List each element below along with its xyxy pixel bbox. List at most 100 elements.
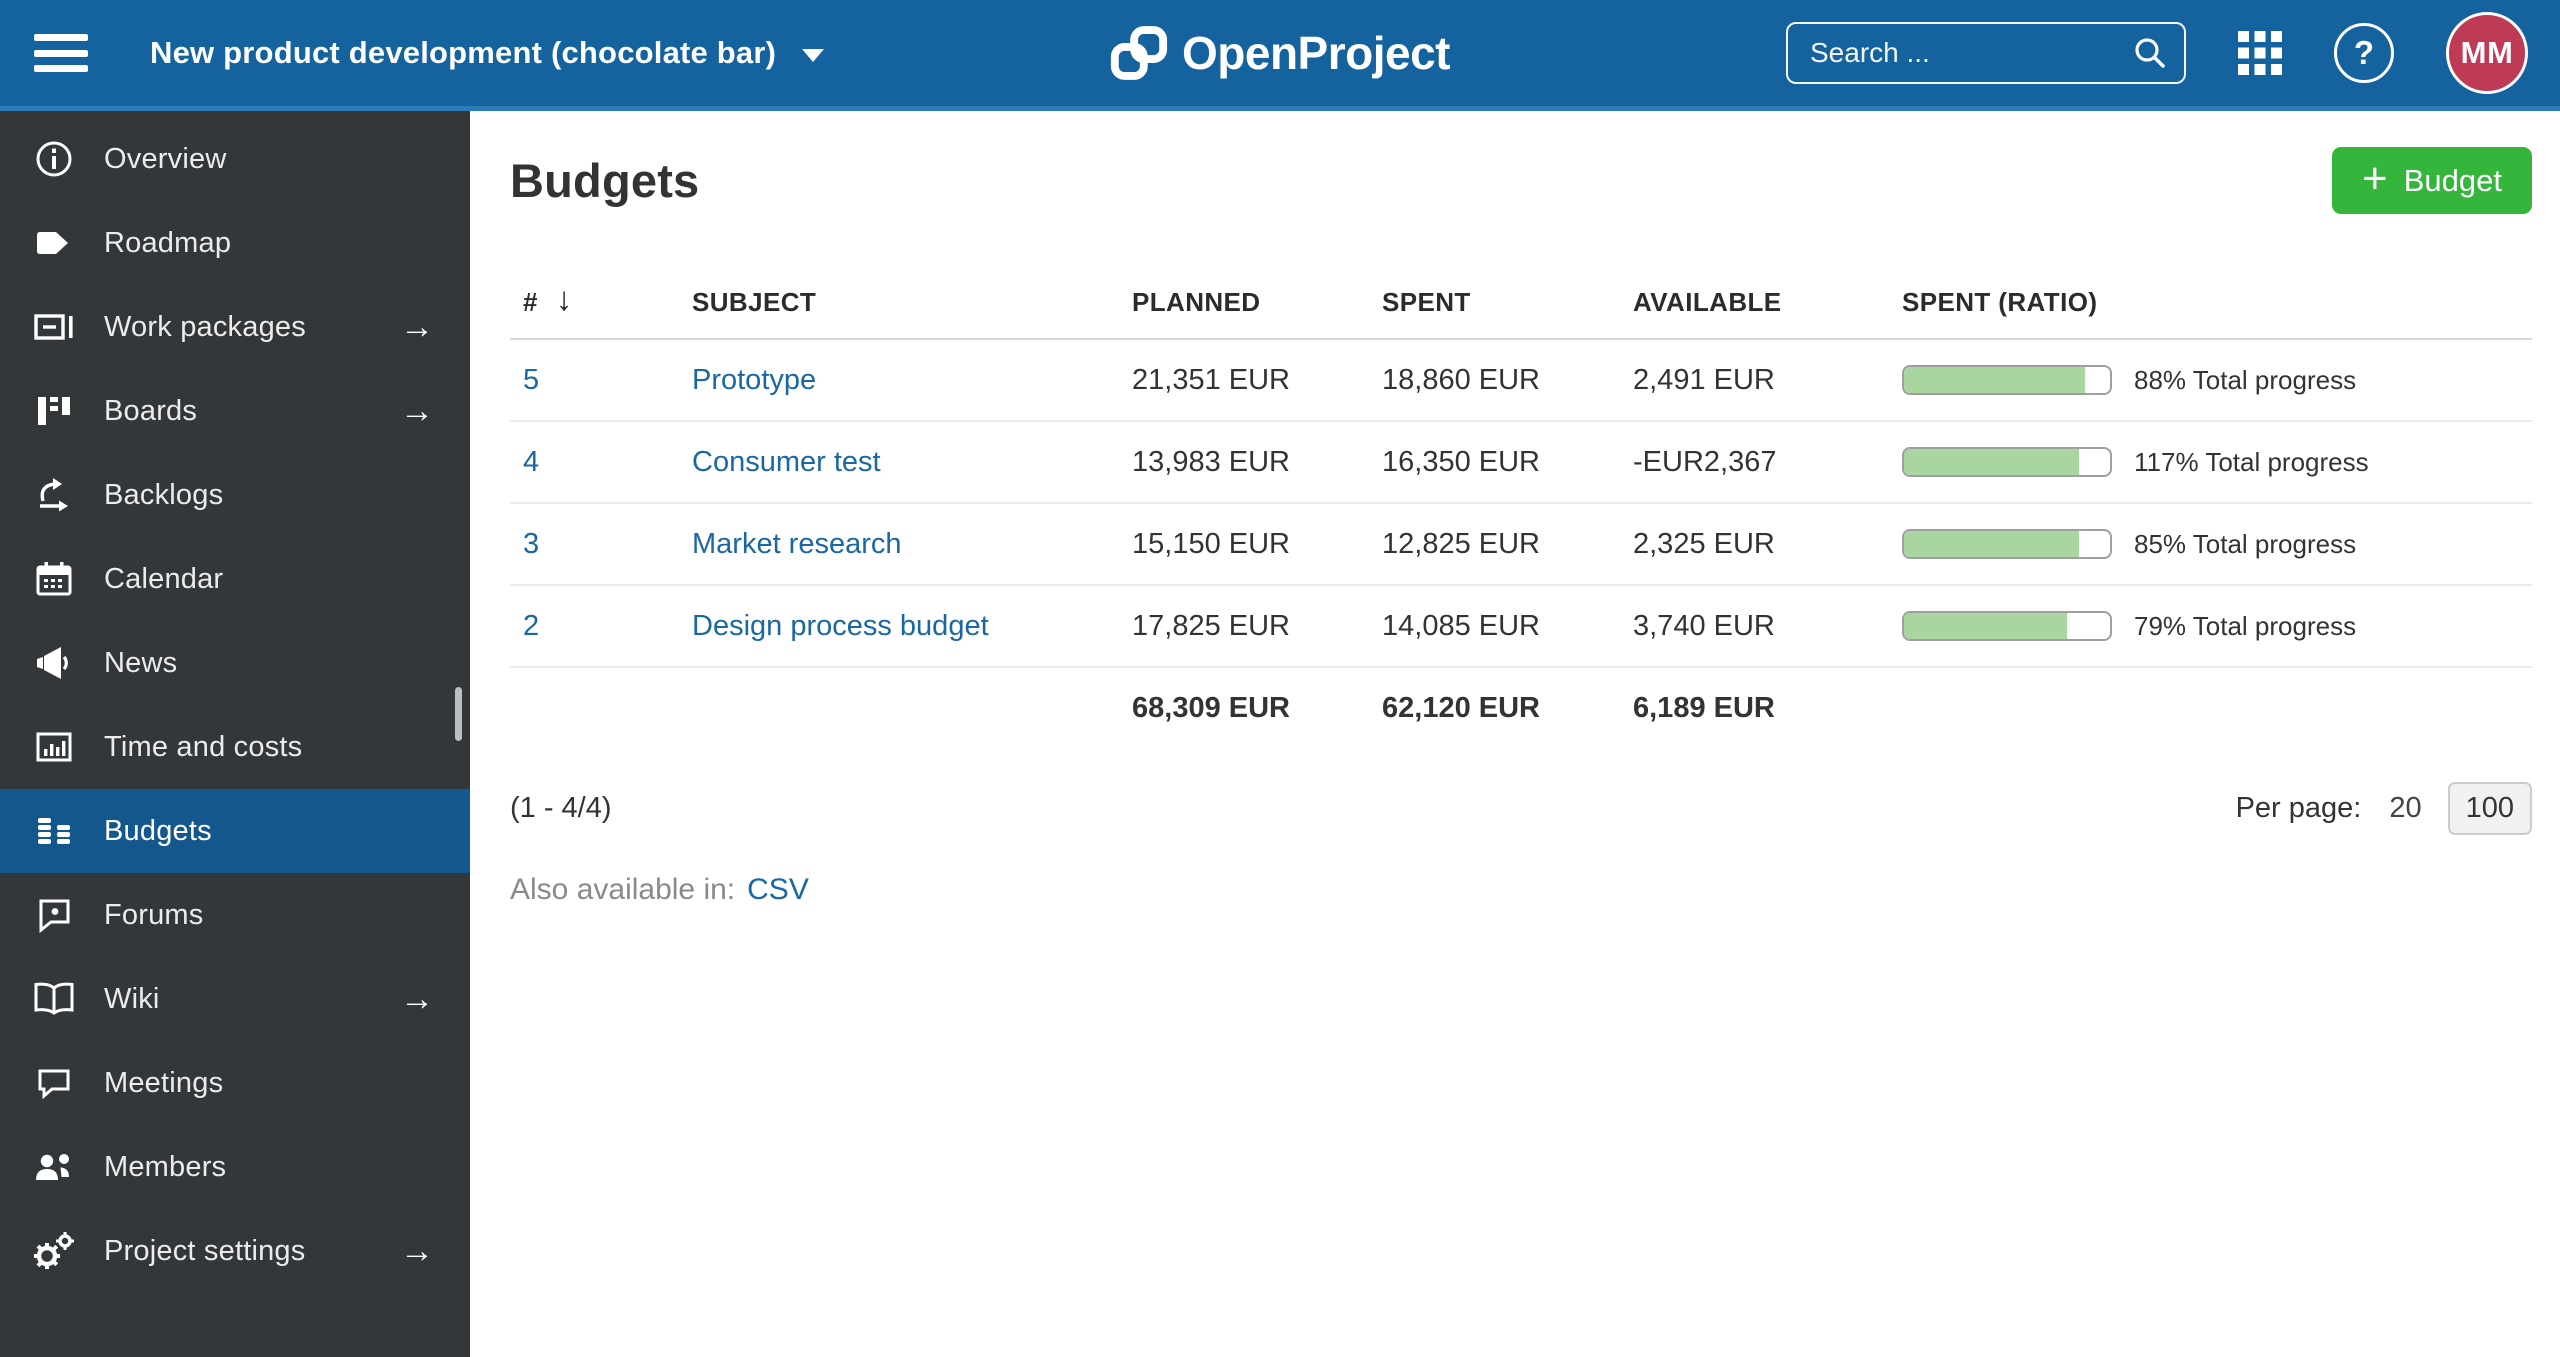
openproject-home-link[interactable]: OpenProject — [1110, 0, 1451, 106]
budget-subject-link[interactable]: Design process budget — [692, 610, 989, 642]
budget-subject-link[interactable]: Prototype — [692, 364, 816, 396]
submenu-arrow-icon[interactable]: → — [400, 980, 434, 1019]
total-available: 6,189 EUR — [1633, 691, 1775, 724]
spent-value: 18,860 EUR — [1382, 363, 1540, 396]
sidebar-item-meetings[interactable]: Meetings — [0, 1041, 470, 1125]
openproject-app: New product development (chocolate bar) … — [0, 0, 2560, 1357]
sidebar-item-news[interactable]: News — [0, 621, 470, 705]
per-page-control: Per page: 20 100 — [2236, 782, 2532, 835]
progress-bar-fill — [1904, 613, 2067, 639]
sidebar-scrollbar[interactable] — [455, 687, 462, 741]
column-header-label: SPENT — [1382, 286, 1471, 317]
pagination-range: (1 - 4/4) — [510, 792, 612, 824]
column-header-spent[interactable]: SPENT — [1382, 287, 1633, 318]
sidebar-item-calendar[interactable]: Calendar — [0, 537, 470, 621]
hamburger-menu-icon[interactable] — [34, 34, 88, 72]
budget-id-link[interactable]: 5 — [523, 364, 539, 396]
column-header-label: AVAILABLE — [1633, 286, 1782, 317]
budget-subject-link[interactable]: Market research — [692, 528, 902, 560]
budget-subject-link[interactable]: Consumer test — [692, 446, 881, 478]
sidebar-item-label: Project settings — [104, 1234, 306, 1267]
project-selector[interactable]: New product development (chocolate bar) — [150, 35, 825, 71]
main-content: Budgets + Budget # ↓ SUBJECT PLANNED SPENT AV… — [470, 111, 2560, 1357]
spent-ratio-cell: 85% Total progress — [1902, 529, 2532, 560]
pagination-bar: (1 - 4/4) Per page: 20 100 — [510, 782, 2532, 835]
progress-label: 85% Total progress — [2134, 528, 2357, 559]
news-icon — [30, 643, 78, 683]
available-value: 2,325 EUR — [1633, 527, 1775, 560]
sidebar-item-forums[interactable]: Forums — [0, 873, 470, 957]
sidebar-item-label: Backlogs — [104, 478, 224, 511]
apps-grid-icon[interactable] — [2238, 31, 2282, 75]
user-avatar[interactable]: MM — [2446, 12, 2528, 94]
per-page-option-20[interactable]: 20 — [2389, 792, 2421, 825]
sidebar-item-budgets[interactable]: Budgets — [0, 789, 470, 873]
planned-value: 13,983 EUR — [1132, 445, 1290, 478]
budget-id-link[interactable]: 3 — [523, 528, 539, 560]
help-icon[interactable]: ? — [2334, 23, 2394, 83]
topbar-actions: ? MM — [1786, 12, 2528, 94]
sidebar-item-boards[interactable]: Boards → — [0, 369, 470, 453]
column-header-spent-ratio-[interactable]: SPENT (RATIO) — [1902, 287, 2532, 318]
sidebar-item-wiki[interactable]: Wiki → — [0, 957, 470, 1041]
global-search[interactable] — [1786, 22, 2186, 84]
sidebar-item-roadmap[interactable]: Roadmap — [0, 201, 470, 285]
project-selector-label: New product development (chocolate bar) — [150, 35, 777, 70]
column-header-available[interactable]: AVAILABLE — [1633, 287, 1902, 318]
submenu-arrow-icon[interactable]: → — [400, 308, 434, 347]
sidebar-item-label: Meetings — [104, 1066, 224, 1099]
submenu-arrow-icon[interactable]: → — [400, 392, 434, 431]
info-icon — [30, 139, 78, 179]
column-header-label: SUBJECT — [692, 286, 817, 317]
sidebar-item-label: Work packages — [104, 310, 306, 343]
progress-label: 88% Total progress — [2134, 364, 2357, 395]
progress-bar — [1902, 365, 2112, 395]
search-input[interactable] — [1808, 36, 2132, 70]
openproject-logo-icon — [1110, 26, 1168, 80]
progress-bar — [1902, 611, 2112, 641]
planned-value: 17,825 EUR — [1132, 609, 1290, 642]
total-planned: 68,309 EUR — [1132, 691, 1290, 724]
per-page-option-100[interactable]: 100 — [2447, 782, 2532, 835]
export-prefix: Also available in: — [510, 873, 736, 906]
sidebar-item-work-packages[interactable]: Work packages → — [0, 285, 470, 369]
sidebar-item-time-and-costs[interactable]: Time and costs — [0, 705, 470, 789]
sidebar-item-label: Calendar — [104, 562, 224, 595]
search-icon[interactable] — [2132, 35, 2168, 71]
boards-icon — [30, 391, 78, 431]
spent-value: 12,825 EUR — [1382, 527, 1540, 560]
planned-value: 21,351 EUR — [1132, 363, 1290, 396]
sidebar-item-label: News — [104, 646, 178, 679]
forums-icon — [30, 895, 78, 935]
sidebar-item-overview[interactable]: Overview — [0, 117, 470, 201]
project-sidebar: Overview Roadmap Work packages → Boards → Back… — [0, 111, 470, 1357]
time-costs-icon — [30, 727, 78, 767]
available-value: 2,491 EUR — [1633, 363, 1775, 396]
sidebar-item-members[interactable]: Members — [0, 1125, 470, 1209]
budget-row-3: 3 Market research 15,150 EUR 12,825 EUR 2,32… — [510, 504, 2532, 586]
budget-id-link[interactable]: 4 — [523, 446, 539, 478]
submenu-arrow-icon[interactable]: → — [400, 1232, 434, 1271]
export-csv-link[interactable]: CSV — [747, 873, 809, 907]
progress-label: 79% Total progress — [2134, 610, 2357, 641]
column-header--[interactable]: # ↓ — [510, 280, 692, 318]
members-icon — [30, 1147, 78, 1187]
top-bar: New product development (chocolate bar) … — [0, 0, 2560, 111]
per-page-label: Per page: — [2235, 792, 2362, 824]
budget-id-link[interactable]: 2 — [523, 610, 539, 642]
column-header-label: # — [523, 286, 538, 317]
column-header-planned[interactable]: PLANNED — [1132, 287, 1382, 318]
spent-ratio-cell: 88% Total progress — [1902, 365, 2532, 396]
add-budget-button[interactable]: + Budget — [2332, 147, 2532, 214]
sidebar-item-backlogs[interactable]: Backlogs — [0, 453, 470, 537]
sidebar-item-label: Overview — [104, 142, 227, 175]
spent-value: 14,085 EUR — [1382, 609, 1540, 642]
add-budget-label: Budget — [2403, 162, 2502, 198]
wiki-icon — [30, 979, 78, 1019]
column-header-subject[interactable]: SUBJECT — [692, 287, 1132, 318]
sort-desc-icon[interactable]: ↓ — [556, 280, 573, 318]
sidebar-item-project-settings[interactable]: Project settings → — [0, 1209, 470, 1293]
openproject-logo-text: OpenProject — [1181, 27, 1451, 79]
sidebar-item-label: Boards — [104, 394, 198, 427]
budget-row-4: 4 Consumer test 13,983 EUR 16,350 EUR -EUR2,… — [510, 422, 2532, 504]
